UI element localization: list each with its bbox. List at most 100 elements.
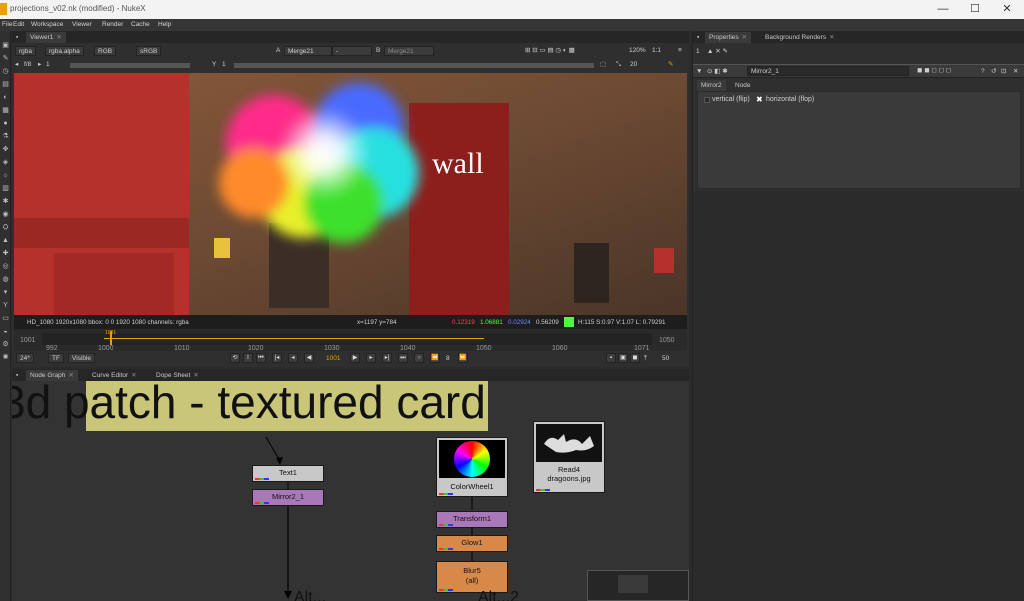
loop-icon[interactable]: ⟲ (230, 353, 240, 363)
play-forward-icon[interactable]: ▶ (350, 353, 360, 363)
visible-range-dropdown[interactable]: Visible (68, 353, 96, 363)
menu-help[interactable]: Help (158, 21, 171, 28)
blend-mode-dropdown[interactable]: - (332, 46, 372, 56)
close-panel-icon[interactable]: ✕ (1013, 67, 1018, 77)
frame-step-value[interactable]: 1 (46, 60, 50, 70)
revert-icon[interactable]: ↺ (991, 67, 996, 77)
furnace-tool-icon[interactable]: ✚ (1, 249, 10, 258)
panel-menu-icon[interactable]: ▪ (12, 32, 22, 43)
viewer-options-icon[interactable]: ⊞ ⊟ ▭ ▤ ◷ ◐ ▦ (525, 46, 575, 56)
node-name-field[interactable]: Mirror2_1 (747, 66, 909, 76)
float-icon[interactable]: ⊡ (1001, 67, 1006, 77)
menu-file[interactable]: File (2, 21, 12, 28)
skip-back-icon[interactable]: ⏪ (430, 353, 440, 363)
lut-dropdown[interactable]: sRGB (136, 46, 162, 56)
in-point-icon[interactable]: I (243, 353, 253, 363)
node-mirror2-1[interactable]: Mirror2_1 (252, 489, 324, 506)
plugin-tool-icon[interactable]: ◍ (1, 275, 10, 284)
monitor-icon[interactable]: ◼ (630, 353, 640, 363)
alpha-dropdown[interactable]: rgba.alpha (45, 46, 84, 56)
next-keyframe-icon[interactable]: ▸| (382, 353, 392, 363)
proxy-icon[interactable]: ⤡ (616, 60, 621, 70)
end-frame-field[interactable]: 50 (662, 354, 669, 364)
tab-background-renders[interactable]: Background Renders ✕ (761, 32, 839, 43)
timeline-start[interactable]: 1001 (20, 337, 36, 344)
color-tool-icon[interactable]: ◐ (1, 93, 10, 102)
gain-arrow-icon[interactable]: ◂ (15, 60, 18, 70)
step-back-icon[interactable]: ◂ (288, 353, 298, 363)
menu-workspace[interactable]: Workspace (31, 21, 63, 28)
display-channel-dropdown[interactable]: RGB (94, 46, 117, 56)
maximize-button[interactable]: ☐ (966, 2, 984, 16)
transform-tool-icon[interactable]: ✥ (1, 145, 10, 154)
radial-tool-icon[interactable]: ✺ (1, 353, 10, 362)
tf-dropdown[interactable]: TF (48, 353, 64, 363)
views-tool-icon[interactable]: ☼ (1, 171, 10, 180)
deep-tool-icon[interactable]: ◉ (1, 210, 10, 219)
properties-toolbar-icons[interactable]: ▲ ✕ ✎ (707, 47, 728, 57)
y-tool-icon[interactable]: Y (1, 301, 10, 310)
lens-tool-icon[interactable]: ◒ (1, 327, 10, 336)
close-button[interactable]: ✕ (998, 2, 1016, 16)
panel-menu-icon[interactable]: ▪ (693, 32, 703, 43)
vertical-flip-checkbox[interactable] (704, 97, 710, 103)
gamma-slider[interactable] (234, 63, 594, 68)
menu-viewer[interactable]: Viewer (72, 21, 92, 28)
fstop-arrow-icon[interactable]: ▸ (38, 60, 41, 70)
help-icon[interactable]: ? (981, 67, 985, 77)
channel-tool-icon[interactable]: ▤ (1, 80, 10, 89)
flipbook-icon[interactable]: ▪ (606, 353, 616, 363)
menu-render[interactable]: Render (102, 21, 123, 28)
other-tool-icon[interactable]: ▲ (1, 236, 10, 245)
overflow-icon[interactable]: ≡ (678, 46, 682, 56)
roi-icon[interactable]: ⬚ (600, 60, 606, 70)
tab-viewer1[interactable]: Viewer1 ✕ (26, 32, 66, 43)
node-colorwheel1[interactable]: ColorWheel1 (436, 437, 508, 497)
paint-icon[interactable]: ✎ (668, 60, 673, 70)
toolsets-tool-icon[interactable]: ⛭ (1, 223, 10, 232)
close-tab-icon[interactable]: ✕ (56, 34, 61, 41)
last-frame-icon[interactable]: ⏭ (398, 353, 408, 363)
increment-field[interactable]: 8 (446, 354, 450, 364)
merge-tool-icon[interactable]: ⚗ (1, 132, 10, 141)
fstop-value[interactable]: f/8 (24, 60, 31, 70)
stop-icon[interactable]: ○ (414, 353, 424, 363)
node-transform1[interactable]: Transform1 (436, 511, 508, 528)
node-graph[interactable]: ▪ Node Graph ✕ Curve Editor ✕ Dope Sheet ✕ … (12, 369, 689, 601)
node-glow1[interactable]: Glow1 (436, 535, 508, 552)
step-forward-icon[interactable]: ▸ (366, 353, 376, 363)
image-tool-icon[interactable]: ▣ (1, 41, 10, 50)
3d-tool-icon[interactable]: ◈ (1, 158, 10, 167)
zoom-value[interactable]: 120% (629, 46, 646, 56)
minimize-button[interactable]: — (934, 2, 952, 16)
skip-forward-icon[interactable]: ⏩ (458, 353, 468, 363)
collapse-icon[interactable]: ▼ (696, 67, 702, 77)
node-text1[interactable]: Text1 (252, 465, 324, 482)
play-backward-icon[interactable]: ◀ (304, 353, 314, 363)
timeline-track[interactable] (42, 333, 652, 345)
keyer-tool-icon[interactable]: ● (1, 119, 10, 128)
y-value[interactable]: 1 (222, 60, 226, 70)
close-tab-icon[interactable]: ✕ (829, 34, 834, 41)
first-frame-icon[interactable]: ⏮ (256, 353, 266, 363)
filter-tool-icon[interactable]: ▦ (1, 106, 10, 115)
metadata-tool-icon[interactable]: ▥ (1, 184, 10, 193)
fps-dropdown[interactable]: 24* (16, 353, 34, 363)
proxy-scale[interactable]: 20 (630, 60, 637, 70)
current-frame-field[interactable]: 1001 (326, 354, 340, 364)
gear-tool-icon[interactable]: ⚙ (1, 340, 10, 349)
node-color-icons[interactable]: ◼ ◼ ◻ ◻ ◻ (917, 66, 951, 76)
draw-tool-icon[interactable]: ✎ (1, 54, 10, 63)
viewer-image[interactable]: wall (14, 73, 687, 315)
close-tab-icon[interactable]: ✕ (742, 34, 747, 41)
node-graph-minimap[interactable] (587, 570, 689, 601)
gain-slider[interactable] (70, 63, 190, 68)
input-b-dropdown[interactable]: Merge21 (384, 46, 434, 56)
node-toolbar-icons[interactable]: ⊙ ◧ ✱ (707, 67, 728, 77)
node-read4[interactable]: Read4 dragoons.jpg (533, 421, 605, 493)
ocula-tool-icon[interactable]: ◎ (1, 262, 10, 271)
tab-properties[interactable]: Properties ✕ (705, 32, 752, 43)
cache-icon[interactable]: ▣ (618, 353, 628, 363)
prev-keyframe-icon[interactable]: |◂ (272, 353, 282, 363)
horizontal-flop-checkbox[interactable]: ✖ (756, 95, 763, 104)
